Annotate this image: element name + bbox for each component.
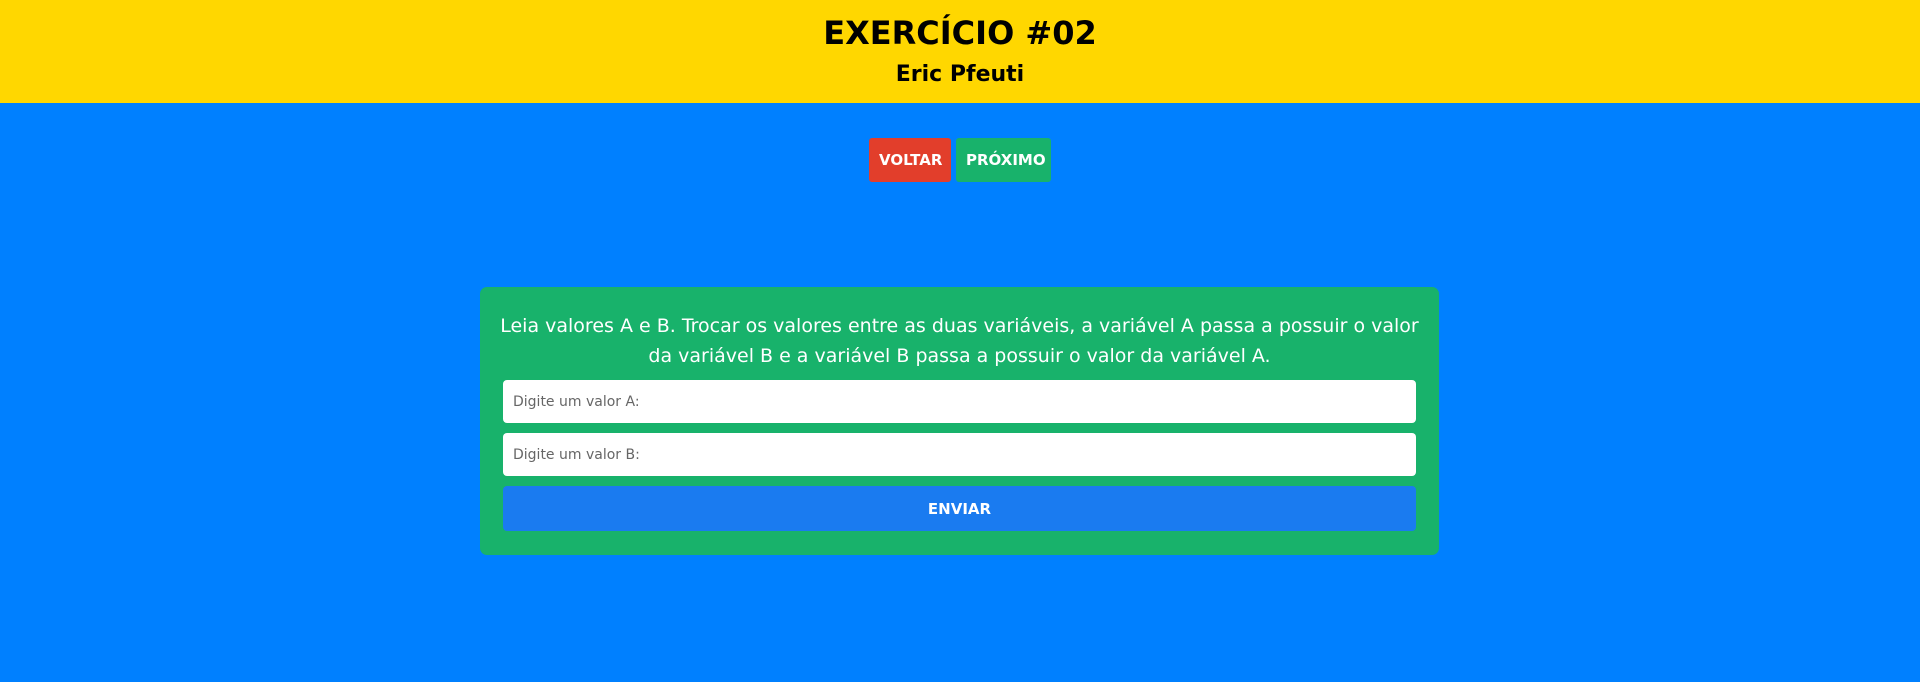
exercise-description: Leia valores A e B. Trocar os valores en… (500, 315, 1419, 367)
page-header: EXERCÍCIO #02 Eric Pfeuti (0, 0, 1920, 103)
page-title: EXERCÍCIO #02 (823, 14, 1097, 52)
navigation-buttons: VOLTAR PRÓXIMO (869, 138, 1051, 182)
value-b-input[interactable] (503, 433, 1416, 476)
value-a-input[interactable] (503, 380, 1416, 423)
author-name: Eric Pfeuti (895, 62, 1025, 87)
back-button[interactable]: VOLTAR (869, 138, 951, 182)
exercise-card: Leia valores A e B. Trocar os valores en… (480, 287, 1439, 555)
submit-button[interactable]: ENVIAR (503, 486, 1416, 531)
next-button[interactable]: PRÓXIMO (956, 138, 1051, 182)
